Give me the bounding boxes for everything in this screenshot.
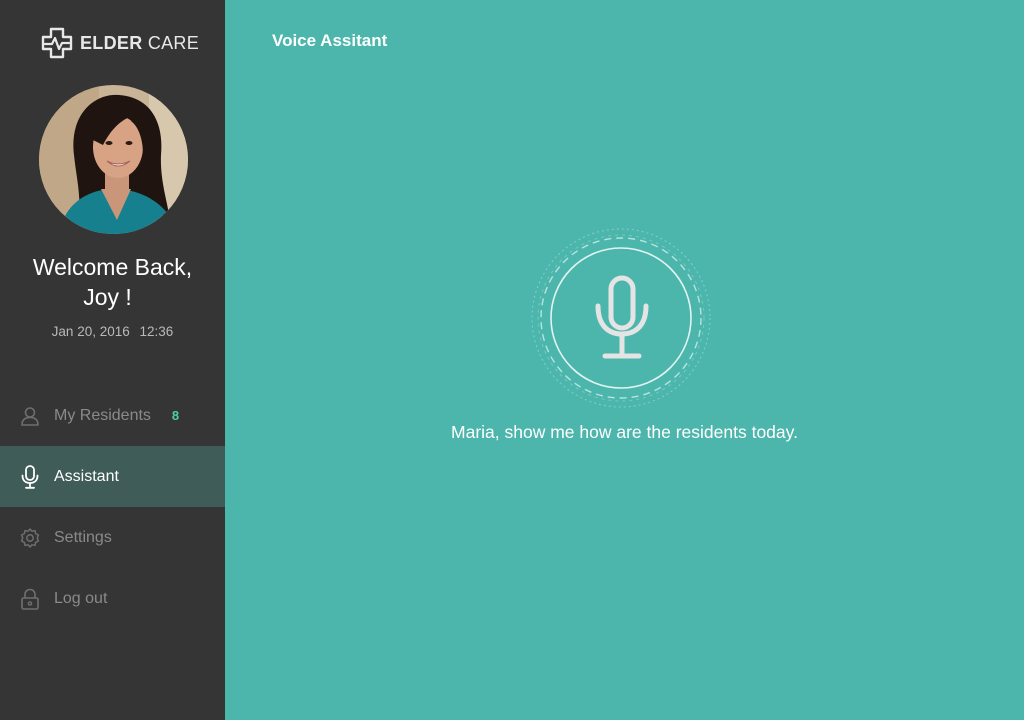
sidebar-item-label: My Residents bbox=[54, 406, 151, 424]
brand-name-regular: CARE bbox=[142, 32, 200, 53]
sidebar-item-label: Assistant bbox=[54, 467, 119, 485]
app-window: ELDER CARE Welcome Back, Joy ! Jan 20, 2… bbox=[0, 0, 1024, 720]
sidebar: ELDER CARE Welcome Back, Joy ! Jan 20, 2… bbox=[0, 0, 225, 720]
user-icon bbox=[20, 405, 40, 427]
sidebar-item-assistant[interactable]: Assistant bbox=[0, 446, 225, 507]
voice-transcript: Maria, show me how are the residents tod… bbox=[451, 422, 798, 442]
avatar bbox=[39, 85, 188, 234]
lock-icon bbox=[20, 588, 40, 610]
sidebar-item-settings[interactable]: Settings bbox=[0, 507, 225, 568]
page-title: Voice Assitant bbox=[272, 31, 388, 50]
gear-icon bbox=[20, 527, 40, 549]
avatar-image bbox=[39, 85, 188, 234]
brand: ELDER CARE bbox=[40, 26, 199, 60]
residents-count-badge: 8 bbox=[171, 408, 180, 423]
welcome-message: Welcome Back, Joy ! bbox=[0, 252, 225, 312]
voice-listening-indicator bbox=[530, 227, 712, 409]
sidebar-nav: My Residents 8 Assistant Settings Log ou… bbox=[0, 385, 225, 629]
current-time: 12:36 bbox=[139, 324, 174, 339]
sidebar-item-my-residents[interactable]: My Residents 8 bbox=[0, 385, 225, 446]
current-date: Jan 20, 2016 bbox=[51, 324, 130, 339]
sidebar-item-label: Settings bbox=[54, 528, 112, 546]
heart-cross-logo-icon bbox=[41, 27, 73, 59]
microphone-icon bbox=[20, 464, 40, 489]
main-panel: Voice Assitant Maria, show me how are th… bbox=[225, 0, 1024, 720]
sidebar-item-label: Log out bbox=[54, 589, 108, 607]
microphone-icon[interactable] bbox=[587, 273, 657, 363]
welcome-line-1: Welcome Back, bbox=[32, 254, 193, 280]
brand-name-bold: ELDER bbox=[80, 32, 143, 53]
brand-name: ELDER CARE bbox=[80, 33, 199, 54]
sidebar-item-log-out[interactable]: Log out bbox=[0, 568, 225, 629]
current-datetime: Jan 20, 2016 12:36 bbox=[0, 324, 225, 339]
welcome-line-2: Joy ! bbox=[83, 284, 132, 310]
